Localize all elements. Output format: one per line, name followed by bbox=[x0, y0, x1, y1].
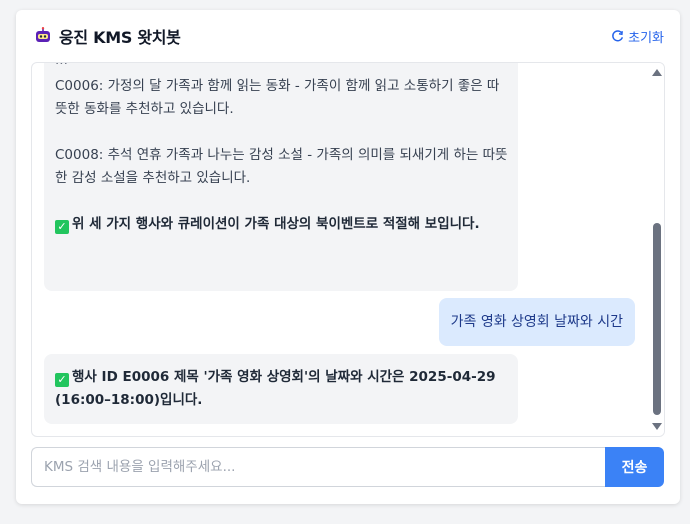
scrollbar-thumb[interactable] bbox=[653, 223, 661, 415]
bot-message: ... C0006: 가정의 달 가족과 함께 읽는 동화 - 가족이 함께 읽… bbox=[44, 63, 518, 291]
header: 웅진 KMS 왓치봇 초기화 bbox=[16, 10, 680, 60]
message-answer: ✓ 행사 ID E0006 제목 '가족 영화 상영회'의 날짜와 시간은 202… bbox=[55, 366, 510, 412]
refresh-icon bbox=[612, 30, 624, 42]
message-paragraph: C0008: 추석 연휴 가족과 나누는 감성 소설 - 가족의 의미를 되새기… bbox=[55, 147, 508, 186]
chat-area[interactable]: ... C0006: 가정의 달 가족과 함께 읽는 동화 - 가족이 함께 읽… bbox=[31, 62, 665, 437]
reset-button[interactable]: 초기화 bbox=[611, 27, 664, 46]
check-icon: ✓ bbox=[55, 373, 69, 387]
summary-text: 위 세 가지 행사와 큐레이션이 가족 대상의 북이벤트로 적절해 보입니다. bbox=[72, 216, 480, 232]
bot-message: ✓ 행사 ID E0006 제목 '가족 영화 상영회'의 날짜와 시간은 202… bbox=[44, 354, 518, 424]
check-icon: ✓ bbox=[55, 220, 69, 234]
robot-icon bbox=[36, 27, 50, 42]
user-message: 가족 영화 상영회 날짜와 시간 bbox=[438, 298, 635, 346]
answer-text: 행사 ID E0006 제목 '가족 영화 상영회'의 날짜와 시간은 2025… bbox=[55, 369, 496, 408]
send-button[interactable]: 전송 bbox=[605, 447, 664, 487]
scroll-up-arrow-icon[interactable] bbox=[652, 69, 662, 76]
scrollbar[interactable] bbox=[650, 63, 664, 436]
search-input[interactable] bbox=[31, 447, 605, 487]
truncated-line: ... bbox=[55, 63, 510, 72]
reset-label: 초기화 bbox=[628, 31, 664, 46]
message-paragraph: C0006: 가정의 달 가족과 함께 읽는 동화 - 가족이 함께 읽고 소통… bbox=[55, 78, 500, 117]
page-title: 웅진 KMS 왓치봇 bbox=[59, 28, 181, 47]
message-summary: ✓ 위 세 가지 행사와 큐레이션이 가족 대상의 북이벤트로 적절해 보입니다. bbox=[55, 213, 510, 236]
scroll-down-arrow-icon[interactable] bbox=[652, 423, 662, 430]
chatbot-panel: 웅진 KMS 왓치봇 초기화 ... C0006: 가정의 달 가족과 함께 읽… bbox=[16, 10, 680, 504]
